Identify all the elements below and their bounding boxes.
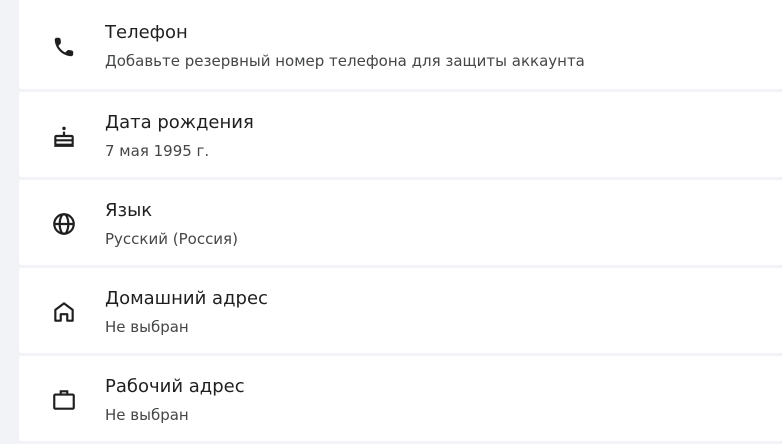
language-subtitle: Русский (Россия) <box>105 230 238 248</box>
personal-info-list: Телефон Добавьте резервный номер телефон… <box>19 0 782 444</box>
home-address-title: Домашний адрес <box>105 288 268 309</box>
phone-title: Телефон <box>105 22 188 43</box>
phone-icon <box>51 34 77 60</box>
briefcase-icon <box>51 387 77 413</box>
home-address-subtitle: Не выбран <box>105 318 189 336</box>
birthday-subtitle: 7 мая 1995 г. <box>105 142 210 160</box>
language-row[interactable]: Язык Русский (Россия) <box>19 180 782 265</box>
birthday-title: Дата рождения <box>105 112 254 133</box>
phone-row[interactable]: Телефон Добавьте резервный номер телефон… <box>19 0 782 89</box>
work-address-subtitle: Не выбран <box>105 406 189 424</box>
cake-icon <box>51 123 77 149</box>
work-address-title: Рабочий адрес <box>105 376 245 397</box>
home-address-row[interactable]: Домашний адрес Не выбран <box>19 268 782 353</box>
birthday-row[interactable]: Дата рождения 7 мая 1995 г. <box>19 92 782 177</box>
language-title: Язык <box>105 200 153 221</box>
work-address-row[interactable]: Рабочий адрес Не выбран <box>19 356 782 441</box>
home-icon <box>51 299 77 325</box>
globe-icon <box>51 211 77 237</box>
phone-subtitle: Добавьте резервный номер телефона для за… <box>105 52 585 70</box>
